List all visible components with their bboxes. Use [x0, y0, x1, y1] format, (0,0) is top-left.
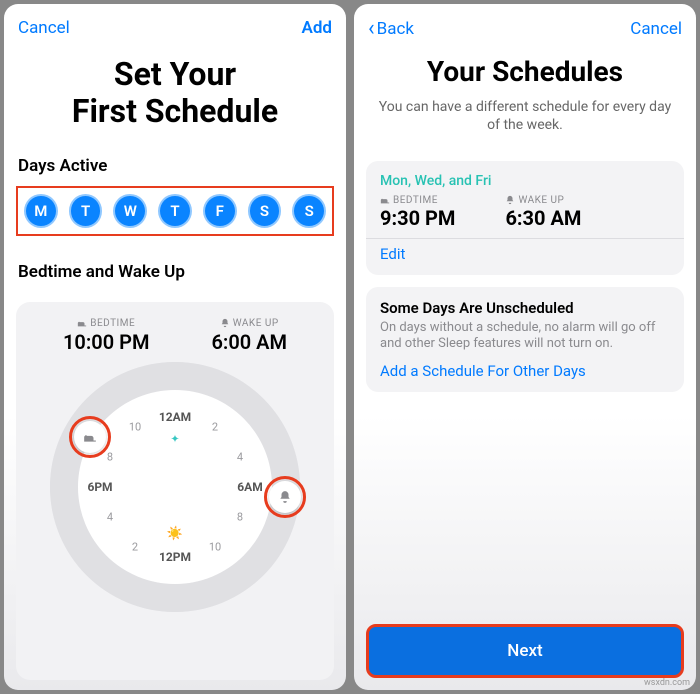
add-schedule-link[interactable]: Add a Schedule For Other Days	[380, 362, 670, 380]
unscheduled-card: Some Days Are Unscheduled On days withou…	[366, 287, 684, 393]
unscheduled-body: On days without a schedule, no alarm wil…	[380, 320, 670, 353]
day-chip-sun[interactable]: S	[292, 194, 326, 228]
wakeup-value: 6:00 AM	[211, 330, 287, 354]
screen-set-schedule: Cancel Add Set Your First Schedule Days …	[4, 4, 346, 690]
bedtime-section-label: Bedtime and Wake Up	[18, 262, 332, 282]
page-subtext: You can have a different schedule for ev…	[378, 98, 672, 134]
clock-dial[interactable]: 12AM 2 4 6AM 8 10 12PM 2 4 6PM 8 10 ✦ ☀️	[50, 362, 300, 612]
day-chip-sat[interactable]: S	[248, 194, 282, 228]
day-chip-mon[interactable]: M	[24, 194, 58, 228]
day-chip-wed[interactable]: W	[113, 194, 147, 228]
bell-icon	[278, 490, 292, 504]
watermark: wsxdn.com	[644, 678, 690, 688]
cancel-button[interactable]: Cancel	[630, 19, 682, 39]
day-chip-tue[interactable]: T	[69, 194, 103, 228]
star-icon: ✦	[170, 433, 179, 446]
bell-icon	[220, 318, 230, 328]
back-button[interactable]: Back	[377, 19, 414, 39]
days-active-row: M T W T F S S	[16, 186, 334, 236]
schedule-card: Mon, Wed, and Fri BEDTIME 9:30 PM WAKE U…	[366, 161, 684, 275]
back-chevron-icon[interactable]: ‹	[368, 18, 375, 40]
schedule-bedtime: BEDTIME 9:30 PM	[380, 195, 455, 230]
schedule-wakeup: WAKE UP 6:30 AM	[505, 195, 581, 230]
page-title: Set Your First Schedule	[4, 56, 346, 130]
navbar: Cancel Add	[4, 4, 346, 44]
bed-icon	[83, 430, 97, 444]
navbar: ‹ Back Cancel	[354, 4, 696, 46]
edit-schedule-button[interactable]: Edit	[380, 245, 670, 263]
bed-icon	[77, 318, 87, 328]
sun-icon: ☀️	[167, 527, 183, 542]
next-button[interactable]: Next	[366, 624, 684, 678]
cancel-button[interactable]: Cancel	[18, 18, 70, 38]
bed-icon	[380, 195, 390, 205]
wakeup-col: WAKE UP 6:00 AM	[211, 318, 287, 354]
schedule-days: Mon, Wed, and Fri	[380, 173, 670, 189]
day-chip-thu[interactable]: T	[158, 194, 192, 228]
day-chip-fri[interactable]: F	[203, 194, 237, 228]
unscheduled-title: Some Days Are Unscheduled	[380, 299, 670, 317]
bedtime-col: BEDTIME 10:00 PM	[63, 318, 149, 354]
bell-icon	[505, 195, 515, 205]
bedtime-wakeup-card: BEDTIME 10:00 PM WAKE UP 6:00 AM 12AM 2 …	[16, 302, 334, 680]
bedtime-value: 10:00 PM	[63, 330, 149, 354]
page-title: Your Schedules	[354, 56, 696, 88]
screen-your-schedules: ‹ Back Cancel Your Schedules You can hav…	[354, 4, 696, 690]
bedtime-handle[interactable]	[74, 421, 106, 453]
wakeup-handle[interactable]	[269, 481, 301, 513]
days-active-label: Days Active	[18, 156, 332, 176]
add-button[interactable]: Add	[302, 18, 333, 38]
